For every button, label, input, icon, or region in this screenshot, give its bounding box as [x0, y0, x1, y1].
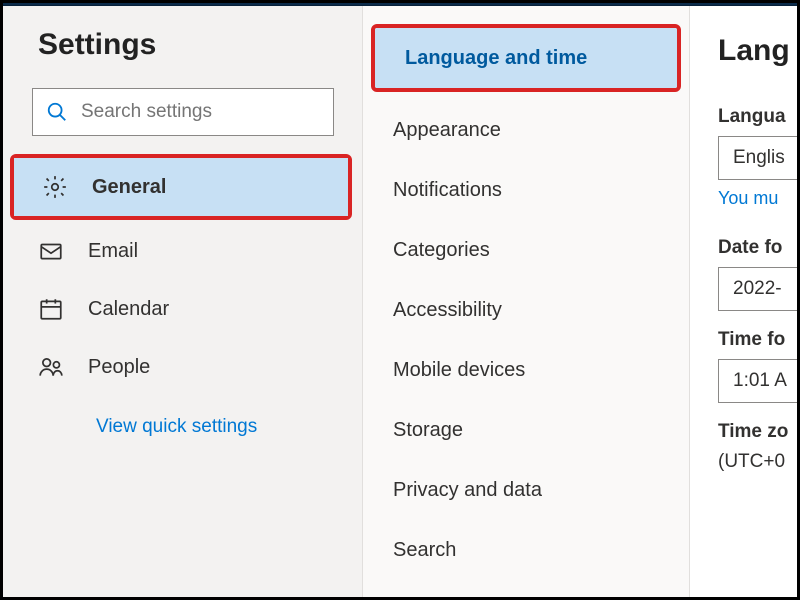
people-icon — [38, 354, 64, 380]
sidebar-item-label: Calendar — [88, 298, 169, 321]
time-format-value: 1:01 A — [733, 370, 787, 392]
settings-subnav: Language and time Appearance Notificatio… — [362, 6, 690, 600]
subnav-item-label: Mobile devices — [393, 359, 525, 382]
sidebar-item-general[interactable]: General — [14, 158, 348, 216]
subnav-item-language-and-time[interactable]: Language and time — [375, 28, 677, 88]
subnav-item-label: Storage — [393, 419, 463, 442]
mail-icon — [38, 238, 64, 264]
calendar-icon — [38, 296, 64, 322]
date-format-select[interactable]: 2022- — [718, 267, 800, 311]
highlight-general: General — [10, 154, 352, 220]
subnav-item-categories[interactable]: Categories — [363, 220, 689, 280]
view-quick-settings-link[interactable]: View quick settings — [96, 416, 352, 438]
time-format-label: Time fo — [718, 329, 800, 351]
page-title: Lang — [718, 34, 800, 68]
subnav-item-label: Notifications — [393, 179, 502, 202]
sidebar-item-label: People — [88, 356, 150, 379]
sidebar-item-calendar[interactable]: Calendar — [10, 280, 352, 338]
time-format-select[interactable]: 1:01 A — [718, 359, 800, 403]
subnav-item-label: Accessibility — [393, 299, 502, 322]
subnav-item-appearance[interactable]: Appearance — [363, 100, 689, 160]
sidebar-item-email[interactable]: Email — [10, 222, 352, 280]
subnav-item-label: Appearance — [393, 119, 501, 142]
search-wrap — [32, 88, 334, 136]
subnav-item-search[interactable]: Search — [363, 520, 689, 580]
subnav-item-storage[interactable]: Storage — [363, 400, 689, 460]
gear-icon — [42, 174, 68, 200]
subnav-item-mobile-devices[interactable]: Mobile devices — [363, 340, 689, 400]
date-format-value: 2022- — [733, 278, 782, 300]
subnav-item-accessibility[interactable]: Accessibility — [363, 280, 689, 340]
language-hint-link[interactable]: You mu — [718, 188, 800, 209]
language-label: Langua — [718, 106, 800, 128]
subnav-item-label: Search — [393, 539, 456, 562]
subnav-item-label: Privacy and data — [393, 479, 542, 502]
subnav-item-label: Language and time — [405, 47, 587, 70]
search-input[interactable] — [32, 88, 334, 136]
settings-title: Settings — [38, 28, 352, 62]
sidebar-item-people[interactable]: People — [10, 338, 352, 396]
timezone-label: Time zo — [718, 421, 800, 443]
subnav-item-label: Categories — [393, 239, 490, 262]
sidebar-item-label: Email — [88, 240, 138, 263]
language-value: Englis — [733, 147, 785, 169]
highlight-language-time: Language and time — [371, 24, 681, 92]
timezone-value: (UTC+0 — [718, 451, 800, 473]
language-select[interactable]: Englis — [718, 136, 800, 180]
search-icon — [46, 101, 68, 123]
primary-nav: General Email — [10, 154, 352, 396]
subnav-item-notifications[interactable]: Notifications — [363, 160, 689, 220]
settings-content: Lang Langua Englis You mu Date fo 2022- … — [690, 6, 800, 600]
settings-sidebar: Settings General — [0, 6, 362, 600]
date-format-label: Date fo — [718, 237, 800, 259]
subnav-item-privacy-and-data[interactable]: Privacy and data — [363, 460, 689, 520]
sidebar-item-label: General — [92, 176, 166, 199]
